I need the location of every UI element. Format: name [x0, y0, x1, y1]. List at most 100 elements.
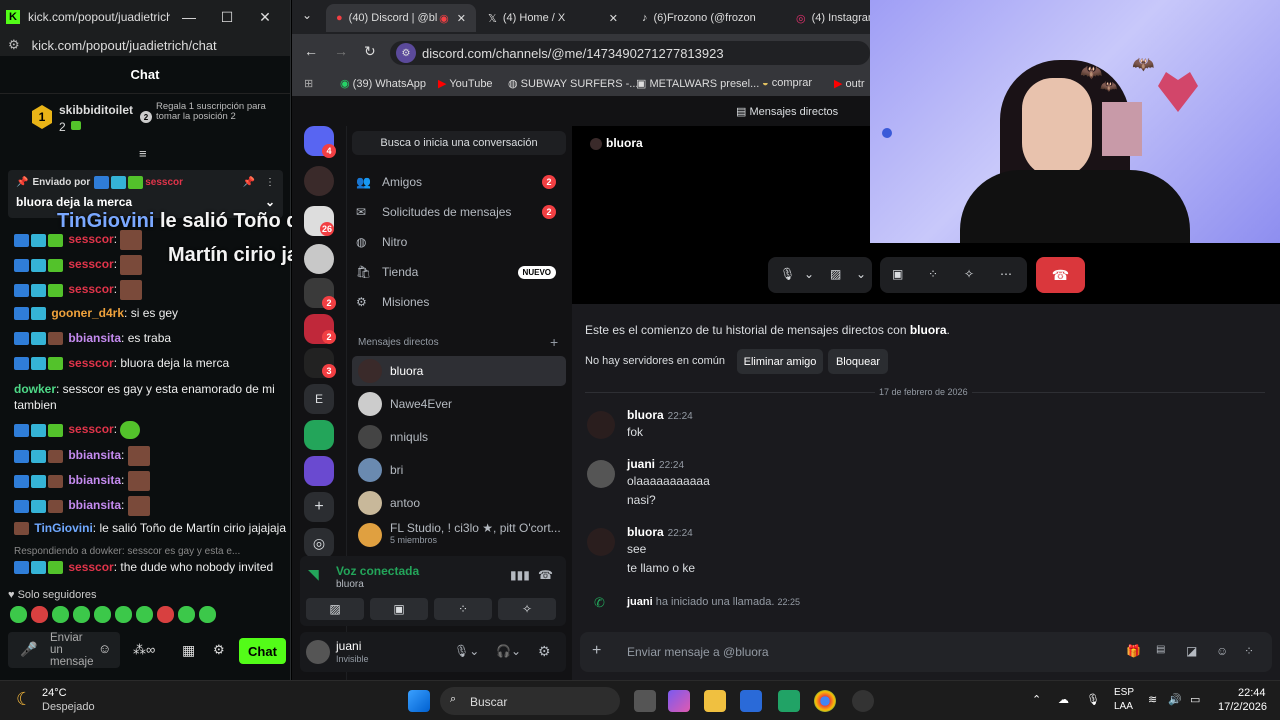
microphone-icon[interactable]: 🎙	[780, 267, 795, 281]
address-bar[interactable]: ⚙ discord.com/channels/@me/1473490271277…	[390, 41, 870, 65]
gift-icon[interactable]: 🎁	[1126, 644, 1141, 658]
nav-friends[interactable]: 👥 Amigos 2	[356, 168, 566, 196]
message-author[interactable]: bluora 22:24	[627, 525, 693, 539]
language-region[interactable]: LAA	[1114, 701, 1133, 712]
headphones-icon[interactable]: 🎧⌄	[496, 644, 521, 658]
wifi-icon[interactable]: ≋	[1148, 693, 1157, 706]
kick-url-bar[interactable]: ⚙ kick.com/popout/juadietrich/chat	[0, 34, 290, 56]
emoji-icon[interactable]: ☺	[98, 641, 111, 656]
windows-start-icon[interactable]	[408, 690, 430, 712]
add-attachment-icon[interactable]: +	[592, 642, 601, 660]
apps-icon[interactable]: ⁘	[1244, 644, 1254, 658]
create-dm-icon[interactable]: +	[550, 334, 558, 350]
dm-group-item[interactable]: FL Studio, ! ci3lo ★, pitt O'cort... 5 mi…	[352, 519, 566, 551]
nav-quests[interactable]: ⚙ Misiones	[356, 288, 566, 316]
minimize-button[interactable]: —	[170, 9, 208, 25]
collapse-icon[interactable]: ≡	[139, 146, 147, 161]
reload-icon[interactable]: ↻	[364, 43, 376, 60]
taskbar-search[interactable]: ⌕ Buscar	[440, 687, 620, 715]
site-info-icon[interactable]: ⚙	[8, 37, 20, 53]
back-icon[interactable]: ←	[304, 43, 318, 59]
bookmark-outr[interactable]: ▶ outr	[834, 77, 865, 90]
file-explorer-icon[interactable]	[704, 690, 726, 712]
avatar[interactable]	[587, 528, 615, 556]
nav-shop[interactable]: 🛍 Tienda NUEVO	[356, 258, 566, 286]
copilot-icon[interactable]	[668, 690, 690, 712]
battery-icon[interactable]: ▭	[1190, 693, 1200, 706]
microphone-icon[interactable]: 🎙	[1086, 693, 1100, 706]
tab-list-icon[interactable]: ⌄	[302, 8, 312, 22]
send-chat-button[interactable]: Chat	[239, 638, 286, 664]
apps-icon[interactable]: ⊞	[304, 77, 313, 90]
message-author[interactable]: juani 22:24	[627, 457, 684, 471]
tab-instagram[interactable]: ◎ (4) Instagram	[786, 4, 876, 32]
leader-name[interactable]: skibbiditoilet	[59, 103, 133, 117]
bookmark-metalwars[interactable]: ▣ METALWARS presel...	[636, 77, 759, 90]
bookmark-comprar[interactable]: ◒ comprar	[762, 77, 812, 89]
tab-x[interactable]: 𝕏 (4) Home / X ✕	[478, 4, 628, 32]
gift-prompt[interactable]: Regala 1 suscripción para tomar la posic…	[156, 102, 266, 122]
kick-goal-icon[interactable]: ⁂∞	[133, 642, 155, 658]
screenshare-icon[interactable]: ▣	[892, 267, 903, 281]
microphone-icon[interactable]: 🎤	[20, 641, 37, 658]
unpin-icon[interactable]: 📌	[243, 177, 255, 188]
volume-icon[interactable]: 🔊	[1168, 693, 1182, 706]
clock-date[interactable]: 17/2/2026	[1218, 701, 1267, 713]
server-icon[interactable]	[304, 420, 334, 450]
task-view-icon[interactable]	[634, 690, 656, 712]
dm-item[interactable]: antoo	[352, 488, 566, 518]
tab-discord[interactable]: ● (40) Discord | @bl ◉ ✕	[326, 4, 476, 32]
chrome-icon[interactable]	[814, 690, 836, 712]
dm-item[interactable]: bri	[352, 455, 566, 485]
moon-weather-icon[interactable]: ☾	[16, 689, 32, 710]
dm-search-input[interactable]: Busca o inicia una conversación	[352, 131, 566, 155]
message-input[interactable]: + Enviar mensaje a @bluora 🎁 ▤ ◪ ☺ ⁘	[580, 632, 1272, 672]
server-icon[interactable]	[304, 456, 334, 486]
close-tab-icon[interactable]: ✕	[609, 12, 618, 25]
onedrive-icon[interactable]: ☁	[1058, 693, 1069, 706]
avatar[interactable]	[587, 411, 615, 439]
weather-temp[interactable]: 24°C	[42, 687, 67, 699]
remove-friend-button[interactable]: Eliminar amigo	[737, 349, 823, 374]
discover-icon[interactable]: ◎	[304, 528, 334, 558]
chevron-up-icon[interactable]: ⌃	[1032, 693, 1041, 706]
soundboard-button[interactable]: ✧	[498, 598, 556, 620]
screenshare-button[interactable]: ▣	[370, 598, 428, 620]
disconnect-icon[interactable]: ☎	[538, 568, 553, 582]
emote-bar[interactable]	[10, 606, 240, 626]
excel-icon[interactable]	[778, 690, 800, 712]
avatar[interactable]	[306, 640, 330, 664]
add-server-icon[interactable]: +	[304, 492, 334, 522]
emoji-icon[interactable]: ☺	[1216, 644, 1228, 658]
close-tab-icon[interactable]: ✕	[457, 12, 466, 25]
bookmark-subway[interactable]: ◍ SUBWAY SURFERS -...	[508, 77, 638, 90]
dm-item[interactable]: Nawe4Ever	[352, 389, 566, 419]
obs-icon[interactable]	[852, 690, 874, 712]
block-button[interactable]: Bloquear	[828, 349, 888, 374]
server-icon[interactable]	[304, 166, 334, 196]
nav-nitro[interactable]: ◍ Nitro	[356, 228, 566, 256]
chevron-down-icon[interactable]: ⌄	[804, 267, 814, 281]
site-settings-icon[interactable]: ⚙	[396, 43, 416, 63]
server-icon[interactable]	[304, 244, 334, 274]
more-options-icon[interactable]: ⋯	[1000, 267, 1012, 281]
bookmark-youtube[interactable]: ▶ YouTube	[438, 77, 493, 90]
store-icon[interactable]: ▦	[182, 642, 195, 659]
activities-button[interactable]: ⁘	[434, 598, 492, 620]
message-author[interactable]: bluora 22:24	[627, 408, 693, 422]
bookmark-whatsapp[interactable]: ◉ (39) WhatsApp	[340, 77, 426, 90]
voice-channel[interactable]: bluora	[336, 579, 364, 590]
chevron-down-icon[interactable]: ⌄	[265, 195, 275, 209]
weather-desc[interactable]: Despejado	[42, 701, 95, 713]
avatar[interactable]	[587, 460, 615, 488]
forward-icon[interactable]: →	[334, 43, 348, 59]
chevron-down-icon[interactable]: ⌄	[856, 267, 866, 281]
hang-up-button[interactable]: ☎	[1036, 257, 1085, 293]
user-settings-icon[interactable]: ⚙	[538, 643, 551, 660]
nav-message-requests[interactable]: ✉ Solicitudes de mensajes 2	[356, 198, 566, 226]
soundboard-icon[interactable]: ✧	[964, 267, 974, 281]
dm-item[interactable]: bluora	[352, 356, 566, 386]
camera-off-icon[interactable]: ▨	[830, 267, 841, 281]
dm-item[interactable]: nniquls	[352, 422, 566, 452]
server-letter-icon[interactable]: E	[304, 384, 334, 414]
